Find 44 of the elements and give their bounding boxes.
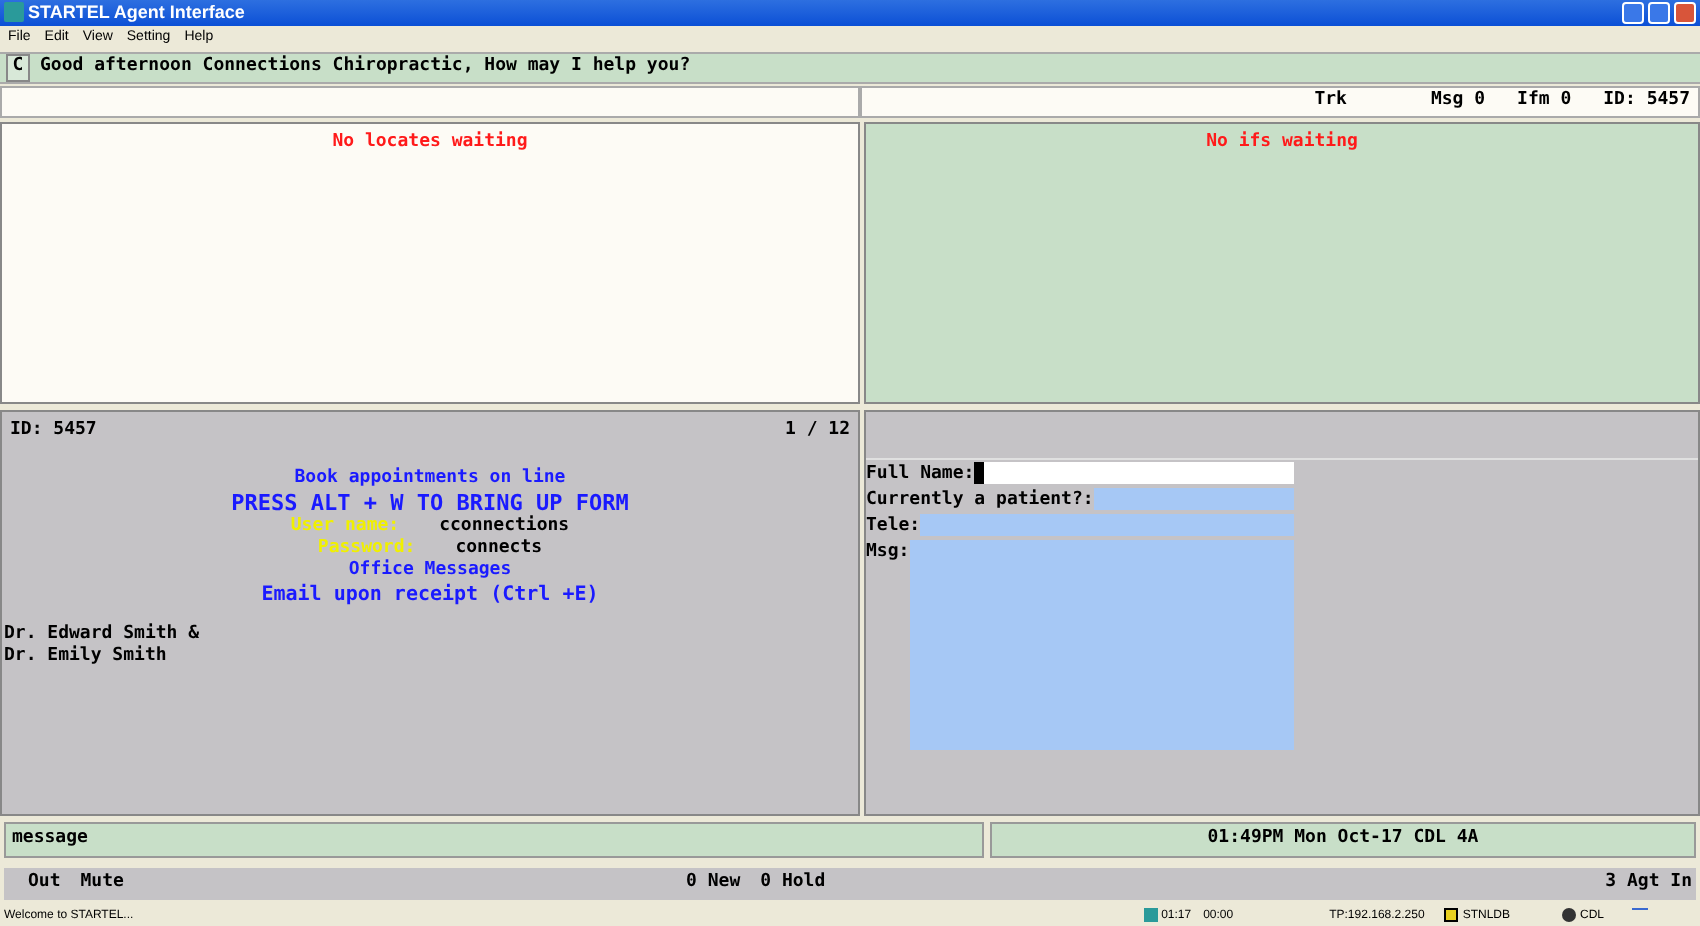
call-type-badge: C <box>6 53 30 82</box>
app-icon <box>1143 908 1158 923</box>
app-icon <box>4 2 24 23</box>
script-text: Book appointments on line <box>294 467 566 490</box>
message-field[interactable]: message <box>4 822 984 859</box>
call-count: 0 New <box>686 870 741 897</box>
agent-count: 3 Agt In <box>1605 870 1692 897</box>
note-text: Dr. Edward Smith & <box>4 623 202 645</box>
call-control[interactable]: Mute <box>80 870 124 898</box>
script-text: Email upon receipt (Ctrl +E) <box>261 581 599 608</box>
credential-label: User name: <box>290 515 400 538</box>
field-label: Msg: <box>866 540 910 565</box>
status-message: No ifs waiting <box>1206 129 1358 152</box>
field-label: Full Name: <box>866 462 975 487</box>
field-label: Tele: <box>866 514 921 539</box>
close-button[interactable] <box>1674 1 1696 24</box>
greeting-text: Good afternoon Connections Chiropractic, How may I help you? <box>40 54 691 81</box>
credential-value: connects <box>455 537 543 560</box>
info-label: Msg 0 <box>1430 88 1486 115</box>
status-message: No locates waiting <box>332 129 528 152</box>
message-field[interactable] <box>909 540 1294 751</box>
call-count: 0 Hold <box>760 870 826 897</box>
text-cursor <box>974 462 985 485</box>
page-counter: 1 / 12 <box>784 418 850 445</box>
info-label: Ifm 0 <box>1517 88 1572 115</box>
call-control[interactable]: Out <box>28 870 61 898</box>
info-label: Trk <box>1314 88 1347 115</box>
database-icon <box>1444 908 1459 923</box>
info-label: ID: 5457 <box>1603 88 1690 115</box>
credential-label: Password: <box>317 537 416 559</box>
script-heading: PRESS ALT + W TO BRING UP FORM <box>231 489 629 516</box>
text-field[interactable] <box>920 514 1294 537</box>
note-text: Dr. Emily Smith <box>4 645 169 668</box>
text-field[interactable] <box>1093 488 1294 511</box>
credential-value: cconnections <box>439 515 570 538</box>
account-id: ID: 5457 <box>10 418 97 445</box>
minimize-button[interactable] <box>1622 1 1644 24</box>
window-title: STARTEL Agent Interface <box>28 3 245 22</box>
restore-button[interactable] <box>1648 1 1670 24</box>
clock-text: 01:49PM Mon Oct-17 CDL 4A <box>1207 826 1479 853</box>
user-icon <box>1561 908 1576 923</box>
text-field[interactable] <box>974 462 1294 485</box>
script-text: Office Messages <box>348 559 512 582</box>
field-label: Currently a patient?: <box>866 488 1094 513</box>
